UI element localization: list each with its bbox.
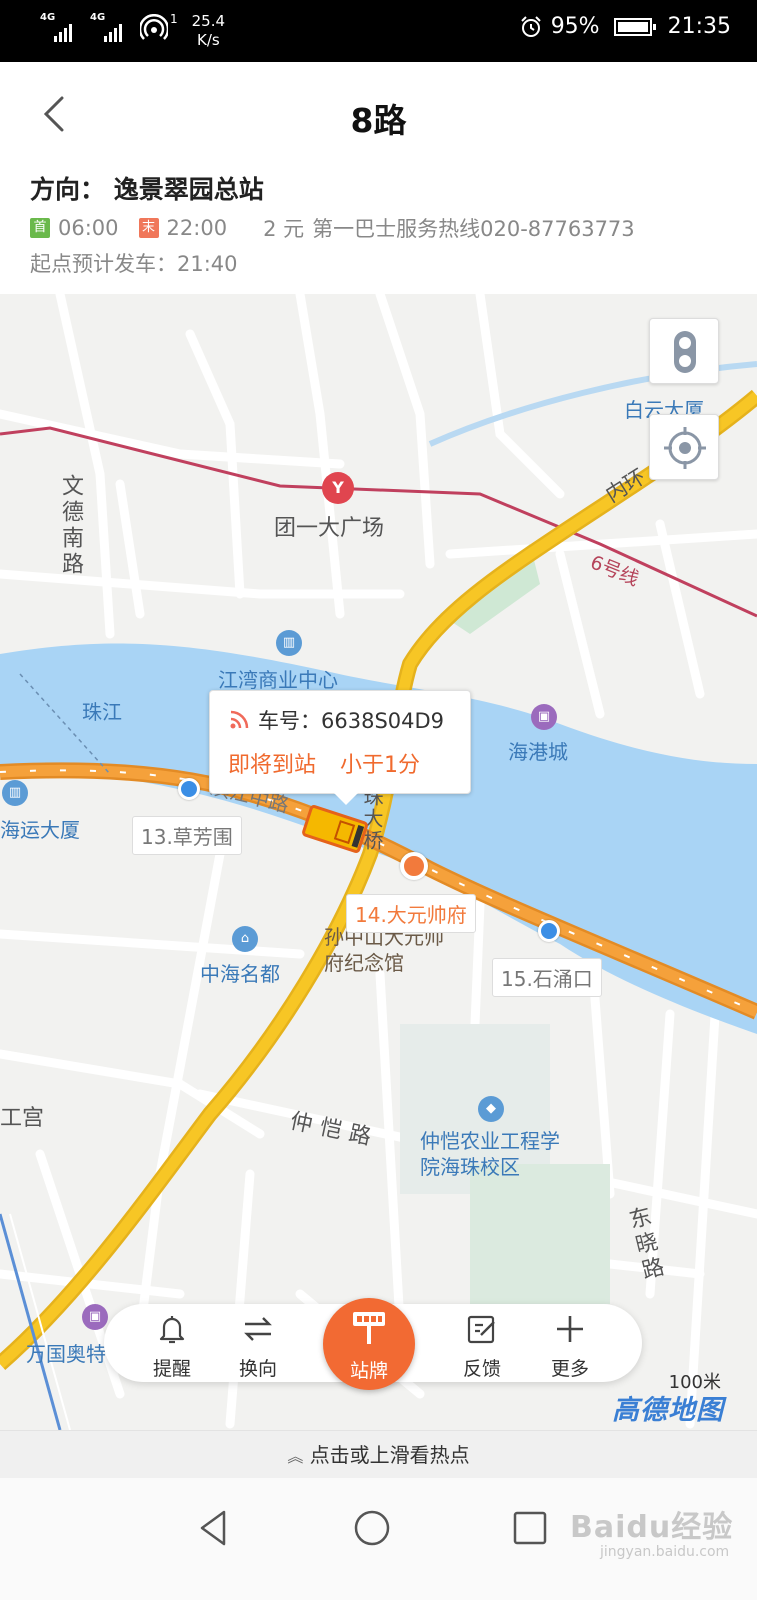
metro-station-icon: Y: [322, 472, 354, 504]
plus-icon: [557, 1316, 583, 1342]
stop-marker-14[interactable]: [400, 852, 428, 880]
map-label-haiyun: 海运大厦: [0, 818, 80, 842]
map-provider-logo: 高德地图: [612, 1395, 724, 1426]
route-info: 方向： 逸景翠园总站 首 06:00 末 22:00 2 元 第一巴士服务热线0…: [30, 170, 730, 280]
hot-spots-bar[interactable]: ︽ 点击或上滑看热点: [0, 1430, 757, 1478]
bus-plate-value: 6638S04D9: [321, 709, 445, 733]
switch-direction-button[interactable]: 换向: [228, 1312, 288, 1381]
clock: 21:35: [667, 14, 731, 39]
double-chevron-up-icon: ︽: [287, 1447, 304, 1466]
feedback-button[interactable]: 反馈: [452, 1312, 512, 1381]
remind-button[interactable]: 提醒: [142, 1312, 202, 1381]
service-hotline[interactable]: 第一巴士服务热线020-87763773: [312, 213, 635, 243]
page-header: 8路: [0, 62, 757, 170]
direction-label: 方向：: [30, 175, 106, 204]
direction: 方向： 逸景翠园总站: [30, 170, 730, 208]
building-icon: ▥: [276, 630, 302, 656]
hotspot-icon: [140, 14, 168, 40]
station-board-button[interactable]: 站牌: [323, 1298, 415, 1390]
bus-plate-label: 车号：: [258, 709, 321, 733]
watermark-brand: Baidu经验: [570, 1510, 734, 1545]
school-icon: ◆: [478, 1096, 504, 1122]
map-label-pearl-river: 珠江: [82, 700, 122, 724]
page-title: 8路: [350, 101, 407, 140]
locate-icon: [664, 427, 706, 469]
hotspot-count: 1: [170, 12, 178, 26]
first-bus-time: 06:00: [58, 216, 119, 240]
feedback-label: 反馈: [462, 1358, 501, 1380]
more-button[interactable]: 更多: [540, 1312, 600, 1381]
bus-info-popup[interactable]: 车号：6638S04D9 即将到站 小于1分: [209, 690, 471, 805]
estimated-departure: 起点预计发车：21:40: [30, 252, 238, 276]
stop-label-15[interactable]: 15.石涌口: [492, 958, 602, 997]
map-label-palace-fragment: 工宫: [0, 1106, 45, 1131]
first-bus-badge: 首: [30, 218, 50, 238]
last-bus-time: 22:00: [166, 216, 228, 240]
switch-direction-label: 换向: [238, 1358, 277, 1380]
map-label-wende-road: 文德南路: [58, 474, 83, 578]
nav-recents-icon[interactable]: [508, 1506, 552, 1550]
nav-back-icon[interactable]: [192, 1506, 236, 1550]
bus-stop-sign-icon: [353, 1312, 385, 1344]
battery-percent: 95%: [550, 14, 600, 39]
building-icon: ▥: [2, 780, 28, 806]
network-speed-value: 25.4: [191, 12, 226, 30]
last-bus-badge: 末: [138, 218, 159, 238]
direction-value: 逸景翠园总站: [113, 175, 264, 204]
map-view[interactable]: 白云大厦 Y 团一大广场 文德南路 内环 6号线 ▥ 江湾商业中心 珠江 ▣ 海…: [0, 294, 757, 1430]
watermark-url: jingyan.baidu.com: [600, 1544, 730, 1560]
map-label-tuanyi: 团一大广场: [274, 516, 385, 541]
status-bar: 4G 4G 1 25.4 K/s 95% 21:35: [0, 0, 757, 62]
traffic-light-icon: [674, 331, 696, 373]
sim1-network-type: 4G: [40, 12, 56, 23]
map-label-jiangwan: 江湾商业中心: [218, 668, 338, 692]
sim2-signal-icon: 4G: [90, 12, 126, 42]
bus-eta: 小于1分: [340, 753, 421, 778]
map-label-zhongkai-college: 仲恺农业工程学院海珠校区: [420, 1129, 560, 1179]
stop-label-14[interactable]: 14.大元帅府: [346, 894, 476, 933]
residence-icon: ⌂: [232, 926, 258, 952]
battery-icon: [613, 17, 656, 36]
bell-icon: [159, 1316, 185, 1344]
fare: 2 元: [263, 217, 305, 241]
swap-arrows-icon: [244, 1317, 272, 1341]
baidu-watermark: Baidu经验 jingyan.baidu.com: [570, 1502, 733, 1560]
map-label-wanguo: 万国奥特: [26, 1342, 106, 1366]
station-board-label: 站牌: [349, 1360, 388, 1382]
bus-plate-row: 车号：6638S04D9: [228, 705, 452, 735]
sim1-signal-icon: 4G: [40, 12, 76, 42]
schedule-row: 首 06:00 末 22:00 2 元 第一巴士服务热线020-87763773: [30, 212, 730, 244]
map-label-zhonghai: 中海名都: [200, 962, 280, 986]
system-nav-bar: Baidu经验 jingyan.baidu.com: [0, 1478, 757, 1600]
hot-spots-label: 点击或上滑看热点: [309, 1443, 470, 1467]
network-speed: 25.4 K/s: [192, 12, 225, 50]
sim2-network-type: 4G: [90, 12, 106, 23]
shopping-icon: ▣: [531, 704, 557, 730]
bus-arrival-status: 即将到站: [228, 753, 317, 778]
stop-marker-15[interactable]: [538, 920, 560, 942]
edit-note-icon: [467, 1315, 495, 1344]
nav-home-icon[interactable]: [350, 1506, 394, 1550]
stop-marker-13[interactable]: [178, 778, 200, 800]
more-label: 更多: [550, 1358, 589, 1380]
locate-button[interactable]: [649, 414, 719, 480]
shopping-icon: ▣: [82, 1304, 108, 1330]
stop-label-13[interactable]: 13.草芳围: [132, 816, 242, 855]
network-speed-unit: K/s: [196, 31, 220, 49]
traffic-toggle-button[interactable]: [649, 318, 719, 384]
bus-eta-row: 即将到站 小于1分: [228, 747, 452, 779]
realtime-signal-icon: [230, 710, 249, 729]
remind-label: 提醒: [152, 1358, 191, 1380]
alarm-icon: [520, 15, 541, 37]
map-label-haigang: 海港城: [508, 740, 568, 764]
